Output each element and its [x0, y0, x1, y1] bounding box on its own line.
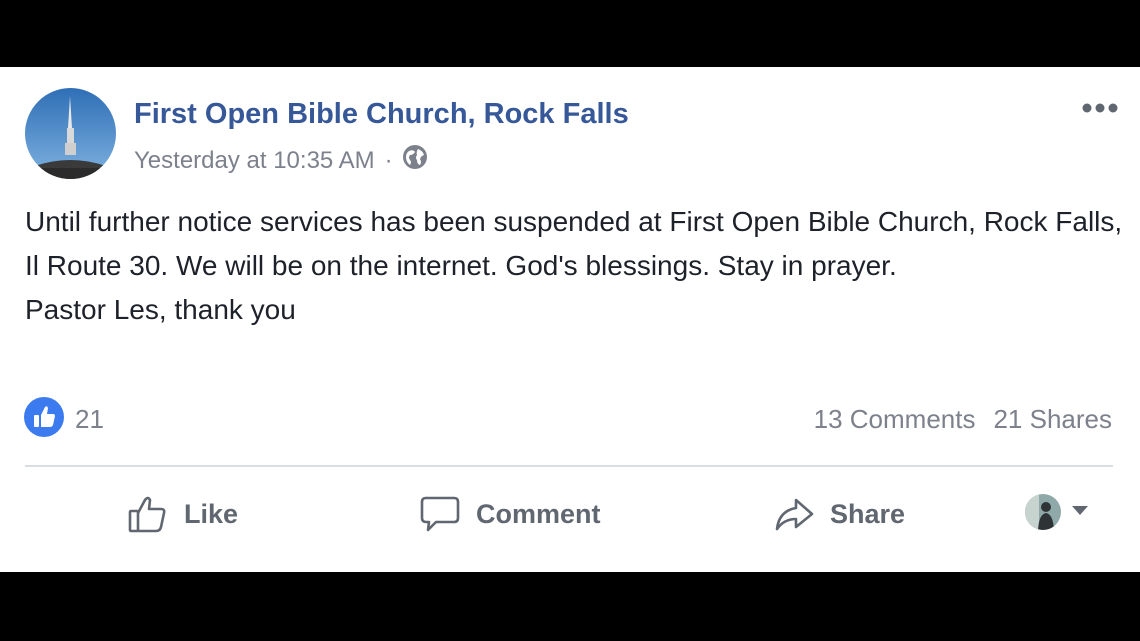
- shares-count-link[interactable]: 21 Shares: [993, 404, 1112, 434]
- page-avatar[interactable]: [25, 88, 116, 179]
- post-card: First Open Bible Church, Rock Falls Yest…: [0, 67, 1140, 572]
- speech-bubble-icon: [418, 492, 462, 536]
- share-button-label: Share: [830, 498, 906, 529]
- post-as-selector[interactable]: [1025, 494, 1089, 530]
- post-body-signature: Pastor Les, thank you: [25, 294, 296, 325]
- share-arrow-icon: [772, 492, 816, 536]
- share-button[interactable]: Share: [772, 489, 905, 539]
- engagement-counts: 13 Comments 21 Shares: [814, 404, 1112, 435]
- comment-button-label: Comment: [476, 498, 601, 529]
- comments-count-link[interactable]: 13 Comments: [814, 404, 976, 434]
- post-meta: Yesterday at 10:35 AM ·: [134, 143, 429, 178]
- chevron-down-icon: [1071, 503, 1089, 521]
- reaction-count[interactable]: 21: [75, 404, 104, 435]
- post-body-paragraph: Until further notice services has been s…: [25, 206, 1123, 281]
- divider: [25, 465, 1113, 467]
- meta-separator: ·: [384, 146, 393, 174]
- like-reaction-icon[interactable]: [24, 397, 64, 437]
- post-body: Until further notice services has been s…: [25, 200, 1125, 332]
- like-button-label: Like: [184, 498, 239, 529]
- comment-button[interactable]: Comment: [418, 489, 601, 539]
- post-timestamp[interactable]: Yesterday at 10:35 AM: [134, 147, 375, 175]
- globe-icon[interactable]: [401, 143, 429, 178]
- thumbs-up-icon: [126, 492, 170, 536]
- more-options-icon[interactable]: [1080, 101, 1120, 115]
- page-name-link[interactable]: First Open Bible Church, Rock Falls: [134, 98, 629, 131]
- like-button[interactable]: Like: [126, 489, 238, 539]
- user-avatar: [1025, 494, 1061, 530]
